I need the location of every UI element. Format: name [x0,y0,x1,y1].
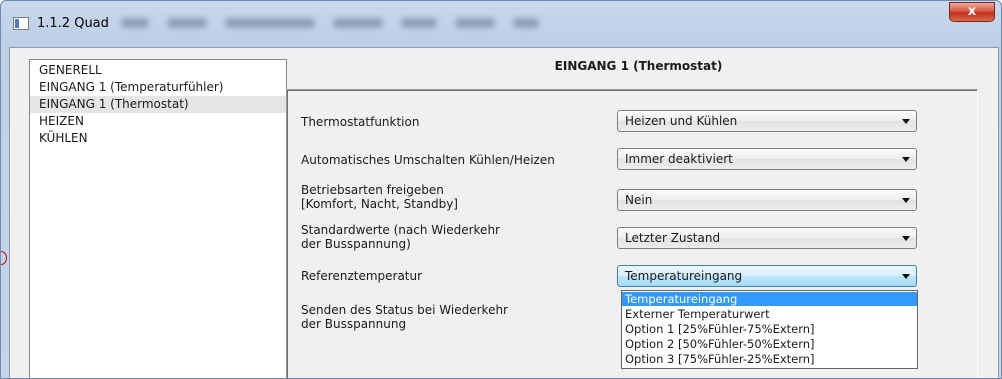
betriebsarten-select[interactable]: Nein [617,189,917,211]
chevron-down-icon [902,198,910,203]
select-value: Nein [625,193,653,207]
referenztemperatur-select[interactable]: Temperatureingang [617,265,917,287]
select-value: Letzter Zustand [625,231,721,245]
close-button[interactable]: x [949,2,995,22]
tree-item-generell[interactable]: GENERELL [30,62,286,79]
tree-item-label: HEIZEN [39,114,84,128]
param-label-thermostatfunktion: Thermostatfunktion [301,115,420,129]
dropdown-option[interactable]: Temperatureingang [622,292,917,306]
chevron-down-icon [902,119,910,124]
standardwerte-select[interactable]: Letzter Zustand [617,227,917,249]
page-title: EINGANG 1 (Thermostat) [554,59,723,73]
tree-item-kuehlen[interactable]: KÜHLEN [30,130,286,147]
tree-item-eingang1-thermostat[interactable]: EINGANG 1 (Thermostat) [30,96,286,113]
tree-item-label: EINGANG 1 (Temperaturfühler) [39,80,224,94]
select-value: Immer deaktiviert [625,152,733,166]
select-value: Heizen und Kühlen [625,114,738,128]
parameter-tree: GENERELL EINGANG 1 (Temperaturfühler) EI… [29,59,287,378]
chevron-down-icon [902,157,910,162]
thermostatfunktion-select[interactable]: Heizen und Kühlen [617,110,917,132]
chevron-down-icon [902,236,910,241]
chevron-down-icon [902,274,910,279]
tree-item-heizen[interactable]: HEIZEN [30,113,286,130]
dropdown-option[interactable]: Option 2 [50%Fühler-50%Extern] [622,337,917,351]
blurred-menu [121,15,541,31]
dropdown-option[interactable]: Option 3 [75%Fühler-25%Extern] [622,352,917,366]
annotation-mark [1,251,7,265]
select-value: Temperatureingang [625,269,743,283]
title-bar: 1.1.2 Quad x [1,1,1001,39]
tree-item-label: GENERELL [39,63,102,77]
param-label-umschalten: Automatisches Umschalten Kühlen/Heizen [301,153,555,167]
param-label-senden-status: Senden des Status bei Wiederkehr der Bus… [301,303,508,331]
param-label-standardwerte: Standardwerte (nach Wiederkehr der Bussp… [301,223,500,251]
window-title: 1.1.2 Quad [37,16,109,31]
tree-item-label: KÜHLEN [39,131,88,145]
tree-item-eingang1-temperaturfuehler[interactable]: EINGANG 1 (Temperaturfühler) [30,79,286,96]
app-window-icon [13,17,29,30]
param-label-betriebsarten: Betriebsarten freigeben [Komfort, Nacht,… [301,183,458,211]
umschalten-select[interactable]: Immer deaktiviert [617,148,917,170]
dropdown-option[interactable]: Option 1 [25%Fühler-75%Extern] [622,322,917,336]
application-window: 1.1.2 Quad x GENERELL EINGANG 1 (Tempera… [0,0,1002,379]
dropdown-option[interactable]: Externer Temperaturwert [622,307,917,321]
referenztemperatur-dropdown-list: Temperatureingang Externer Temperaturwer… [621,290,918,369]
param-label-referenztemperatur: Referenztemperatur [301,269,423,283]
tree-item-label: EINGANG 1 (Thermostat) [39,97,189,111]
